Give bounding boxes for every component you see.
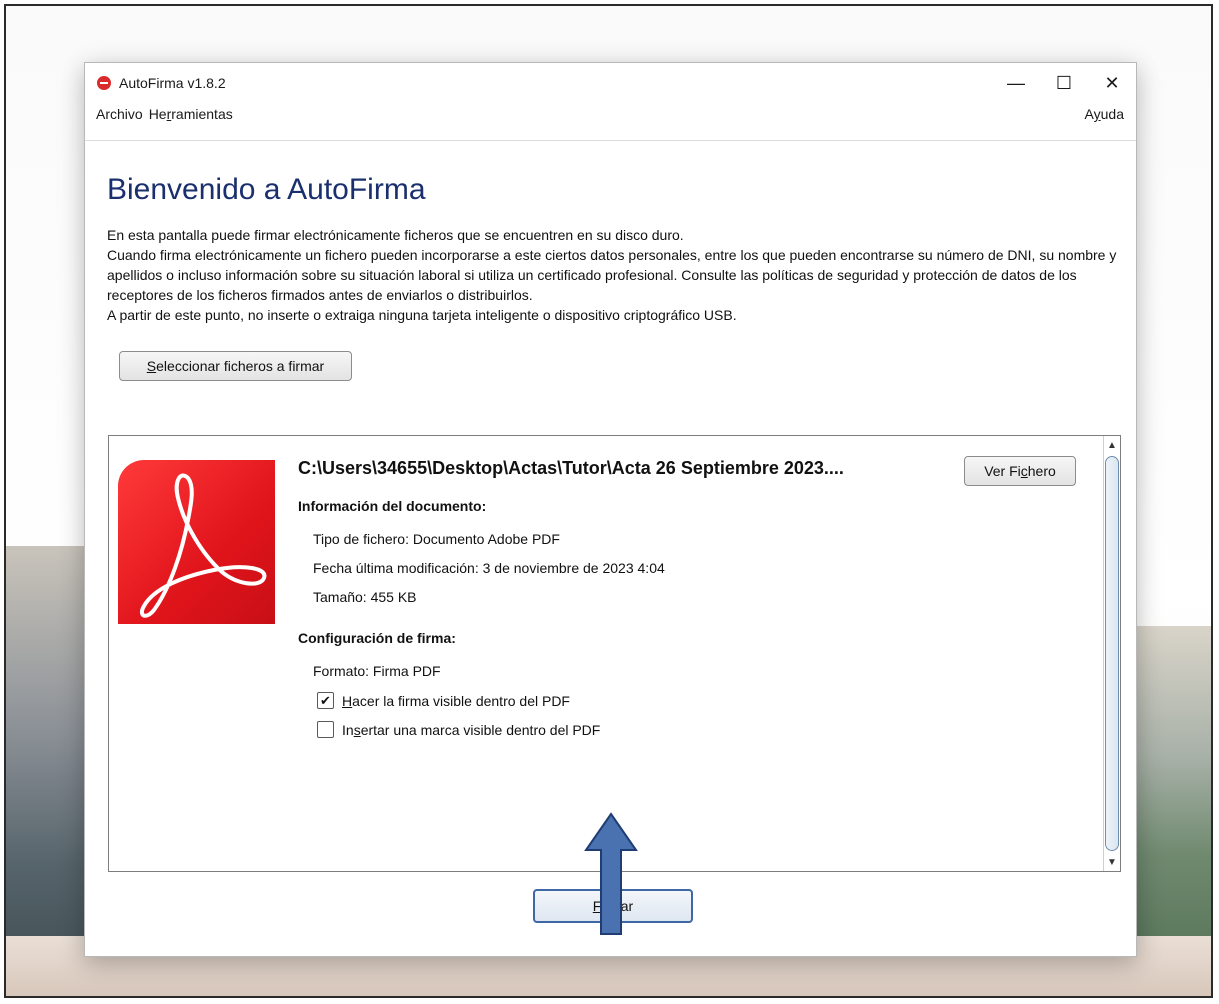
file-modified-date: Fecha última modificación: 3 de noviembr… [313, 560, 665, 576]
view-file-button[interactable]: Ver Fi c hero [964, 456, 1076, 486]
scroll-up-arrow-icon[interactable]: ▲ [1104, 437, 1120, 453]
menu-ayuda-post: uda [1100, 106, 1124, 122]
menu-bar: Archivo Herramientas Ayuda [85, 103, 1136, 125]
file-path: C:\Users\34655\Desktop\Actas\Tutor\Acta … [298, 458, 844, 478]
document-info-heading: Información del documento: [298, 498, 487, 514]
close-button[interactable]: ✕ [1088, 63, 1136, 103]
file-details-panel: C:\Users\34655\Desktop\Actas\Tutor\Acta … [108, 435, 1121, 872]
menu-archivo[interactable]: Archivo [96, 106, 143, 122]
pdf-swirl-icon [139, 473, 267, 618]
desktop-background-left [6, 546, 86, 996]
maximize-button[interactable]: ☐ [1040, 63, 1088, 103]
visible-mark-mnemonic: s [353, 721, 361, 738]
menu-herramientas-pre: He [148, 106, 167, 122]
visible-signature-label: acer la firma visible dentro del PDF [352, 692, 570, 709]
visible-mark-checkbox[interactable] [317, 721, 334, 738]
intro-paragraph-2: Cuando firma electrónicamente un fichero… [107, 247, 1117, 303]
intro-text: En esta pantalla puede firmar electrónic… [107, 225, 1117, 325]
visible-signature-option[interactable]: ✔ Hacer la firma visible dentro del PDF [317, 692, 570, 709]
menu-herramientas[interactable]: Herramientas [149, 106, 233, 122]
window-title: AutoFirma v1.8.2 [119, 75, 226, 91]
view-file-post: hero [1027, 463, 1056, 479]
scroll-down-arrow-icon[interactable]: ▼ [1104, 854, 1120, 870]
vertical-scrollbar[interactable]: ▲ ▼ [1103, 436, 1120, 871]
adobe-pdf-icon [118, 460, 275, 624]
signature-format: Formato: Firma PDF [313, 663, 441, 679]
file-size: Tamaño: 455 KB [313, 589, 417, 605]
visible-signature-mnemonic: H [342, 692, 353, 709]
page-title: Bienvenido a AutoFirma [107, 173, 426, 206]
view-file-mnemonic: c [1020, 463, 1028, 479]
select-files-button[interactable]: Seleccionar ficheros a firmar [119, 351, 352, 381]
minimize-button[interactable]: — [992, 63, 1040, 103]
menu-herramientas-post: ramientas [171, 106, 233, 122]
view-file-pre: Ver Fi [984, 463, 1021, 479]
visible-mark-option[interactable]: In s ertar una marca visible dentro del PD… [317, 721, 600, 738]
screenshot-frame: AutoFirma v1.8.2 — ☐ ✕ Archivo Herramien… [4, 4, 1213, 998]
file-type: Tipo de fichero: Documento Adobe PDF [313, 531, 560, 547]
select-files-label: eleccionar ficheros a firmar [156, 358, 325, 374]
menu-ayuda-pre: A [1084, 106, 1094, 122]
signature-config-heading: Configuración de firma: [298, 630, 456, 646]
autofirma-logo-icon [97, 76, 111, 90]
menu-ayuda[interactable]: Ayuda [1085, 106, 1124, 122]
visible-mark-label: ertar una marca visible dentro del PDF [360, 721, 601, 738]
scrollbar-thumb[interactable] [1105, 456, 1119, 851]
intro-paragraph-1: En esta pantalla puede firmar electrónic… [107, 227, 684, 243]
title-bar[interactable]: AutoFirma v1.8.2 — ☐ ✕ [85, 63, 1136, 103]
intro-paragraph-3: A partir de este punto, no inserte o ext… [107, 307, 737, 323]
window-controls: — ☐ ✕ [992, 63, 1136, 103]
select-files-mnemonic: S [146, 358, 157, 374]
menu-ayuda-mnemonic: y [1093, 106, 1101, 122]
visible-signature-checkbox[interactable]: ✔ [317, 692, 334, 709]
visible-mark-pre: In [342, 721, 354, 738]
annotation-arrow-icon [584, 812, 638, 935]
